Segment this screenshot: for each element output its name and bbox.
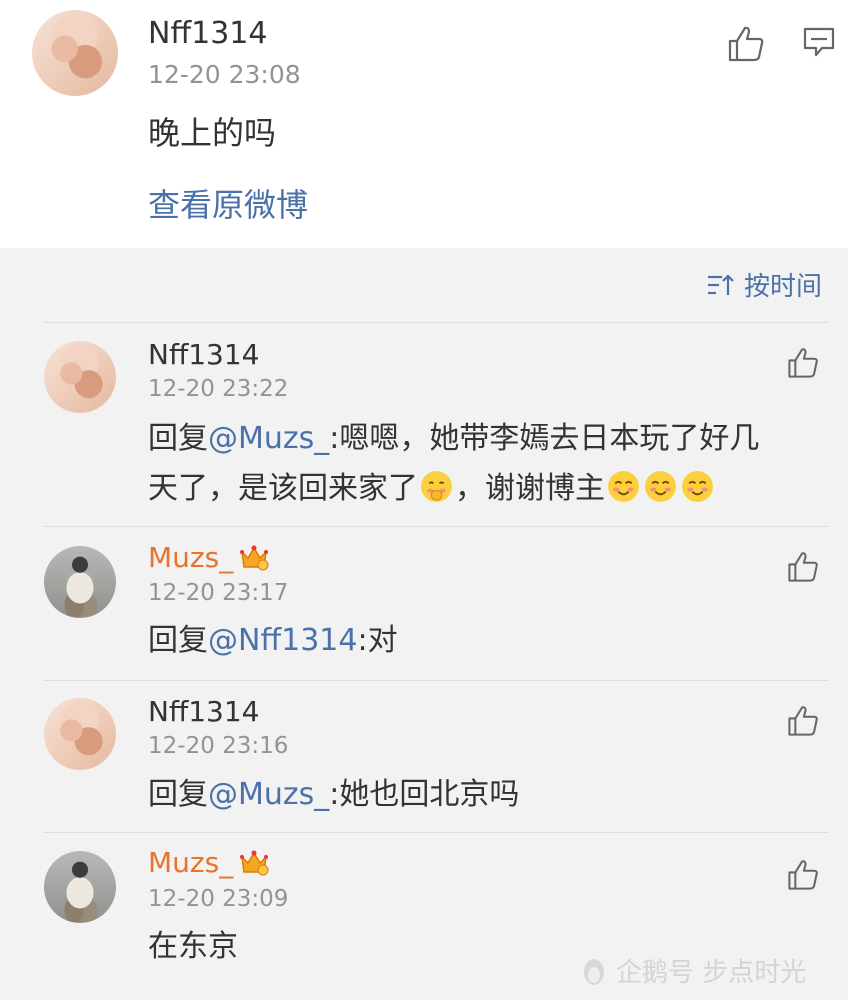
sort-icon bbox=[708, 273, 734, 295]
reply-text-line2b: ，谢谢博主 bbox=[455, 471, 605, 506]
reply-text-line2: 天了，是该回来家了 bbox=[148, 471, 418, 506]
reply-time: 12-20 23:16 bbox=[148, 733, 289, 759]
reply-body: :她也回北京吗 bbox=[329, 777, 520, 812]
comment-text: 晚上的吗 bbox=[148, 114, 277, 152]
divider bbox=[44, 680, 828, 681]
reply-text: 回复@Muzs_:她也回北京吗 bbox=[148, 770, 519, 820]
smile-emoji-icon bbox=[682, 471, 713, 502]
sort-by-time-button[interactable]: 按时间 bbox=[706, 266, 822, 303]
avatar[interactable] bbox=[44, 698, 116, 770]
watermark-text: 企鹅号 步点时光 bbox=[616, 958, 807, 988]
reply-prefix: 回复 bbox=[148, 623, 208, 658]
reply-text-line1: :嗯嗯，她带李嫣去日本玩了好几 bbox=[329, 421, 760, 456]
smile-emoji-icon bbox=[645, 471, 676, 502]
reply-username[interactable]: Nff1314 bbox=[148, 338, 260, 371]
avatar[interactable] bbox=[32, 10, 118, 96]
reply-time: 12-20 23:17 bbox=[148, 580, 289, 606]
penguin-logo-icon bbox=[584, 958, 604, 985]
vip-crown-icon[interactable] bbox=[239, 848, 269, 876]
mention-link[interactable]: @Nff1314 bbox=[208, 623, 357, 658]
main-comment bbox=[0, 0, 848, 248]
divider bbox=[44, 832, 828, 833]
reply-time: 12-20 23:22 bbox=[148, 376, 289, 402]
reply-username[interactable]: Muzs_ bbox=[148, 846, 269, 879]
vip-crown-icon[interactable] bbox=[239, 543, 269, 571]
watermark: 企鹅号 步点时光 bbox=[580, 952, 806, 989]
reply-text-cont: 天了，是该回来家了 ，谢谢博主 bbox=[148, 464, 716, 514]
username-text: Muzs_ bbox=[148, 846, 234, 879]
smile-emoji-icon bbox=[608, 471, 639, 502]
like-icon[interactable] bbox=[786, 704, 820, 738]
reply-username[interactable]: Nff1314 bbox=[148, 695, 260, 728]
avatar[interactable] bbox=[44, 546, 116, 618]
view-original-link[interactable]: 查看原微博 bbox=[148, 180, 308, 226]
reply-body: 在东京 bbox=[148, 929, 238, 964]
divider bbox=[44, 322, 828, 323]
avatar[interactable] bbox=[44, 341, 116, 413]
comment-icon[interactable] bbox=[802, 26, 836, 60]
reply-text: 回复@Muzs_:嗯嗯，她带李嫣去日本玩了好几 bbox=[148, 414, 759, 464]
sort-label: 按时间 bbox=[744, 272, 823, 302]
reply-prefix: 回复 bbox=[148, 777, 208, 812]
like-icon[interactable] bbox=[786, 346, 820, 380]
avatar[interactable] bbox=[44, 851, 116, 923]
reply-text: 回复@Nff1314:对 bbox=[148, 616, 398, 666]
like-icon[interactable] bbox=[726, 24, 766, 64]
comment-time: 12-20 23:08 bbox=[148, 60, 301, 89]
like-icon[interactable] bbox=[786, 550, 820, 584]
reply-username[interactable]: Muzs_ bbox=[148, 541, 269, 574]
mention-link[interactable]: @Muzs_ bbox=[208, 777, 329, 812]
reply-prefix: 回复 bbox=[148, 421, 208, 456]
reply-body: :对 bbox=[357, 623, 398, 658]
shy-emoji-icon bbox=[421, 471, 452, 502]
like-icon[interactable] bbox=[786, 858, 820, 892]
reply-time: 12-20 23:09 bbox=[148, 886, 289, 912]
username-text: Muzs_ bbox=[148, 541, 234, 574]
divider bbox=[44, 526, 828, 527]
mention-link[interactable]: @Muzs_ bbox=[208, 421, 329, 456]
comment-username[interactable]: Nff1314 bbox=[148, 16, 267, 51]
